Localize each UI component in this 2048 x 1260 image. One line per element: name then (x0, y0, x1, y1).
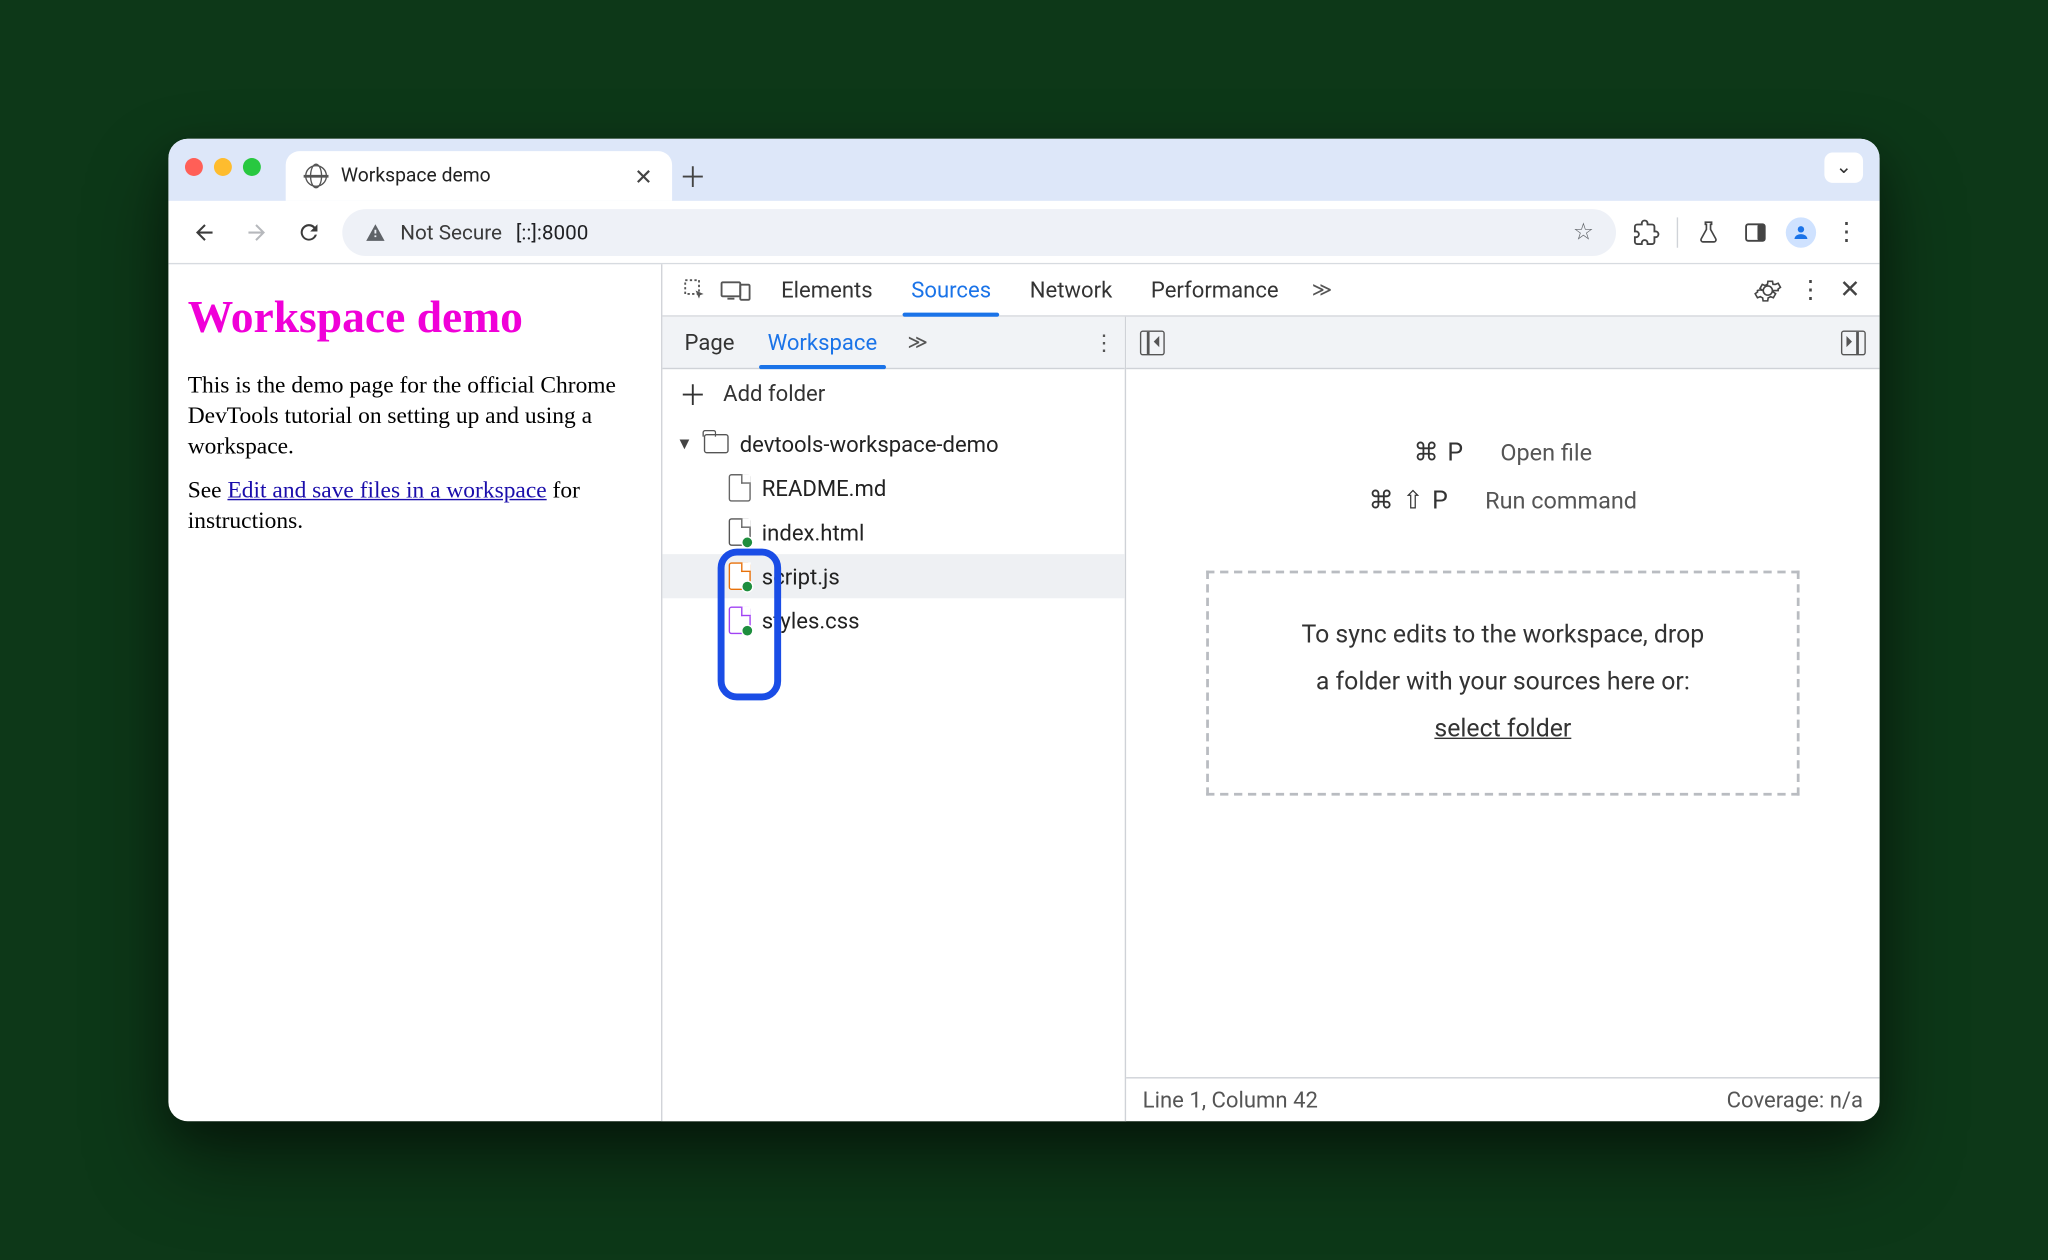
tab-overflow-button[interactable]: ⌄ (1824, 152, 1863, 182)
panel-icon (1743, 219, 1768, 244)
warning-icon (364, 221, 386, 243)
sources-body: Page Workspace ≫ ⋮ ＋ Add folder ▼ devtoo (662, 317, 1879, 1122)
tab-performance[interactable]: Performance (1132, 264, 1298, 315)
labs-button[interactable] (1692, 218, 1725, 246)
tree-file-readme[interactable]: README.md (662, 466, 1124, 510)
coverage-status: Coverage: n/a (1727, 1087, 1863, 1113)
nav-tab-workspace[interactable]: Workspace (751, 317, 894, 368)
flask-icon (1696, 218, 1721, 246)
browser-tab[interactable]: Workspace demo ✕ (286, 151, 672, 201)
file-icon (729, 474, 751, 502)
security-label: Not Secure (400, 219, 502, 244)
avatar-icon (1791, 222, 1810, 241)
mapped-dot-icon (741, 536, 753, 548)
tab-elements[interactable]: Elements (762, 264, 892, 315)
side-panel-button[interactable] (1739, 219, 1772, 244)
sources-editor: ⌘ P Open file ⌘ ⇧ P Run command To sync … (1126, 317, 1879, 1122)
window-controls (185, 158, 261, 181)
show-debugger-button[interactable] (1841, 330, 1866, 355)
tab-sources[interactable]: Sources (892, 264, 1010, 315)
devtools-tabs: Elements Sources Network Performance ≫ ⋮… (662, 264, 1879, 316)
device-toolbar-button[interactable] (720, 276, 750, 304)
folder-icon (704, 434, 729, 453)
forward-button[interactable] (237, 213, 276, 252)
tree-file-styles[interactable]: styles.css (662, 598, 1124, 642)
editor-placeholder: ⌘ P Open file ⌘ ⇧ P Run command To sync … (1126, 369, 1879, 1077)
page-paragraph-1: This is the demo page for the official C… (188, 370, 642, 461)
puzzle-icon (1633, 218, 1661, 246)
page-paragraph-2: See Edit and save files in a workspace f… (188, 476, 642, 537)
plus-icon: ＋ (679, 373, 707, 413)
address-bar[interactable]: Not Secure [::]:8000 ☆ (342, 208, 1616, 255)
file-html-icon (729, 518, 751, 546)
show-navigator-button[interactable] (1140, 330, 1165, 355)
cursor-position: Line 1, Column 42 (1143, 1087, 1318, 1113)
tree-file-script[interactable]: script.js (662, 554, 1124, 598)
maximize-window-button[interactable] (243, 158, 261, 176)
reload-button[interactable] (290, 213, 329, 252)
rendered-page: Workspace demo This is the demo page for… (168, 264, 662, 1121)
tab-strip: Workspace demo ✕ ＋ ⌄ (168, 139, 1879, 201)
more-tabs-button[interactable]: ≫ (1298, 264, 1340, 315)
select-folder-link[interactable]: select folder (1250, 706, 1755, 753)
file-tree: ▼ devtools-workspace-demo README.md inde… (662, 416, 1124, 648)
inspect-element-button[interactable] (682, 276, 710, 304)
settings-button[interactable] (1754, 276, 1782, 304)
arrow-right-icon (244, 219, 269, 244)
globe-icon (305, 165, 327, 187)
bookmark-button[interactable]: ☆ (1573, 218, 1594, 246)
gear-icon (1754, 276, 1782, 304)
tutorial-link[interactable]: Edit and save files in a workspace (227, 477, 546, 503)
content-area: Workspace demo This is the demo page for… (168, 264, 1879, 1121)
chrome-menu-button[interactable]: ⋮ (1830, 217, 1863, 246)
tree-file-index[interactable]: index.html (662, 510, 1124, 554)
nav-more-tabs-button[interactable]: ≫ (894, 317, 936, 368)
devtools-close-button[interactable]: ✕ (1839, 275, 1860, 304)
kbd-open-file: ⌘ P (1414, 438, 1465, 467)
devtools-tools-left (671, 264, 762, 315)
browser-toolbar: Not Secure [::]:8000 ☆ ⋮ (168, 201, 1879, 264)
minimize-window-button[interactable] (214, 158, 232, 176)
browser-window: Workspace demo ✕ ＋ ⌄ Not Secure [::]:800… (168, 139, 1879, 1122)
devtools-menu-button[interactable]: ⋮ (1798, 275, 1823, 304)
shortcut-open-file: ⌘ P Open file (1414, 438, 1592, 467)
reload-icon (297, 219, 322, 244)
caret-down-icon: ▼ (676, 434, 693, 453)
editor-toolbar (1126, 317, 1879, 369)
workspace-dropzone[interactable]: To sync edits to the workspace, drop a f… (1206, 571, 1799, 795)
toolbar-separator (1677, 217, 1678, 247)
file-js-icon (729, 562, 751, 590)
page-heading: Workspace demo (188, 289, 642, 348)
tab-network[interactable]: Network (1010, 264, 1131, 315)
mapped-dot-icon (741, 624, 753, 636)
tree-folder[interactable]: ▼ devtools-workspace-demo (662, 422, 1124, 466)
close-window-button[interactable] (185, 158, 203, 176)
navigator-tabs: Page Workspace ≫ ⋮ (662, 317, 1124, 369)
nav-menu-button[interactable]: ⋮ (1083, 317, 1124, 368)
file-css-icon (729, 607, 751, 635)
profile-button[interactable] (1786, 217, 1816, 247)
devtools-panel: Elements Sources Network Performance ≫ ⋮… (662, 264, 1879, 1121)
nav-tab-page[interactable]: Page (668, 317, 751, 368)
close-tab-button[interactable]: ✕ (634, 163, 653, 189)
back-button[interactable] (185, 213, 224, 252)
shortcut-run-command: ⌘ ⇧ P Run command (1369, 486, 1637, 515)
sources-navigator: Page Workspace ≫ ⋮ ＋ Add folder ▼ devtoo (662, 317, 1126, 1122)
url-text: [::]:8000 (516, 219, 589, 244)
arrow-left-icon (192, 219, 217, 244)
new-tab-button[interactable]: ＋ (672, 155, 713, 201)
mapped-dot-icon (741, 580, 753, 592)
kbd-run-command: ⌘ ⇧ P (1369, 486, 1450, 515)
tab-title: Workspace demo (341, 165, 491, 187)
editor-status-bar: Line 1, Column 42 Coverage: n/a (1126, 1077, 1879, 1121)
add-folder-button[interactable]: ＋ Add folder (662, 369, 1124, 416)
extensions-button[interactable] (1630, 218, 1663, 246)
